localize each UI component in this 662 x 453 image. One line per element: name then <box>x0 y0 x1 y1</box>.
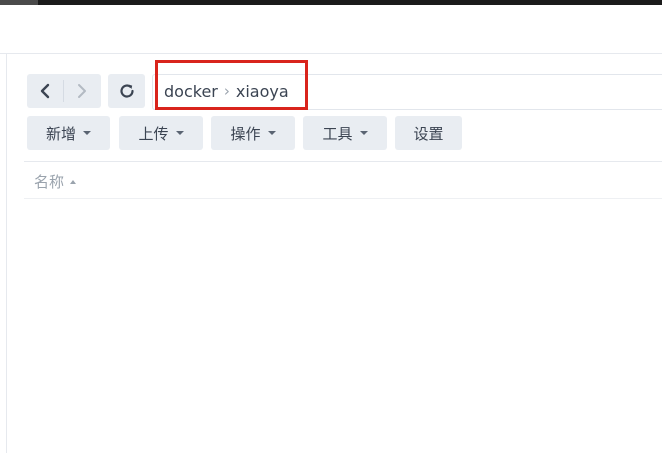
create-button[interactable]: 新增 <box>27 116 110 150</box>
back-button[interactable] <box>27 74 63 108</box>
highlight-box <box>155 60 308 110</box>
file-list-header: 名称 <box>24 161 662 199</box>
caret-down-icon <box>83 131 91 135</box>
chevron-left-icon <box>40 83 50 99</box>
action-button[interactable]: 操作 <box>211 116 295 150</box>
caret-down-icon <box>175 131 184 135</box>
tools-button[interactable]: 工具 <box>303 116 387 150</box>
forward-button[interactable] <box>64 74 100 108</box>
caret-down-icon <box>267 131 276 135</box>
caret-down-icon <box>359 131 368 135</box>
header-strip <box>0 5 662 54</box>
chevron-right-icon <box>78 84 86 98</box>
settings-label: 设置 <box>413 124 444 143</box>
refresh-icon <box>119 84 134 98</box>
upload-button[interactable]: 上传 <box>119 116 203 150</box>
tools-label: 工具 <box>322 124 353 143</box>
left-panel-divider <box>6 54 7 453</box>
sort-ascending-icon <box>70 179 77 184</box>
refresh-button[interactable] <box>108 74 145 108</box>
create-label: 新增 <box>45 124 76 143</box>
action-label: 操作 <box>230 124 261 143</box>
settings-button[interactable]: 设置 <box>395 116 462 150</box>
column-header-name[interactable]: 名称 <box>34 171 77 192</box>
upload-label: 上传 <box>138 124 169 143</box>
column-name-label: 名称 <box>34 173 65 191</box>
history-nav-group <box>27 74 101 108</box>
